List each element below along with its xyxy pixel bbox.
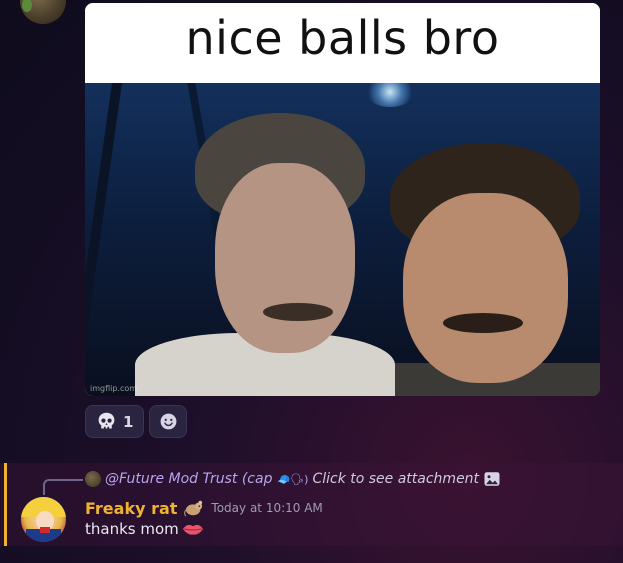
meme-caption: nice balls bro bbox=[85, 3, 600, 83]
reply-preview[interactable]: @Future Mod Trust (cap 🧢🗣) Click to see … bbox=[85, 469, 501, 489]
reply-author-avatar bbox=[85, 471, 101, 487]
meme-photo: imgflip.com bbox=[85, 83, 600, 396]
add-reaction-button[interactable] bbox=[149, 405, 188, 438]
reply-author-name[interactable]: @Future Mod Trust (cap bbox=[105, 471, 272, 487]
previous-author-avatar[interactable] bbox=[20, 0, 66, 24]
mention-highlight-bar bbox=[4, 463, 7, 546]
message-author-name[interactable]: Freaky rat bbox=[85, 499, 177, 518]
image-icon bbox=[484, 472, 500, 486]
reply-connector bbox=[43, 479, 83, 495]
rat-badge-icon[interactable] bbox=[183, 499, 205, 517]
reaction-count: 1 bbox=[123, 412, 134, 431]
message-header: Freaky rat Today at 10:10 AM bbox=[85, 497, 323, 519]
message-content: thanks mom bbox=[85, 520, 204, 538]
add-reaction-icon bbox=[160, 413, 177, 430]
skull-icon bbox=[98, 412, 115, 429]
meme-watermark: imgflip.com bbox=[90, 384, 138, 393]
message-timestamp: Today at 10:10 AM bbox=[211, 501, 323, 515]
avatar[interactable] bbox=[21, 497, 66, 542]
reactions-bar: 1 bbox=[85, 405, 188, 438]
message-text: thanks mom bbox=[85, 520, 179, 538]
reply-author-emoji: 🧢🗣) bbox=[276, 472, 309, 486]
lips-icon bbox=[182, 524, 203, 535]
reply-text[interactable]: Click to see attachment bbox=[312, 471, 479, 487]
meme-image-attachment[interactable]: nice balls bro imgflip.com bbox=[85, 3, 600, 396]
reaction-skull[interactable]: 1 bbox=[85, 405, 145, 438]
